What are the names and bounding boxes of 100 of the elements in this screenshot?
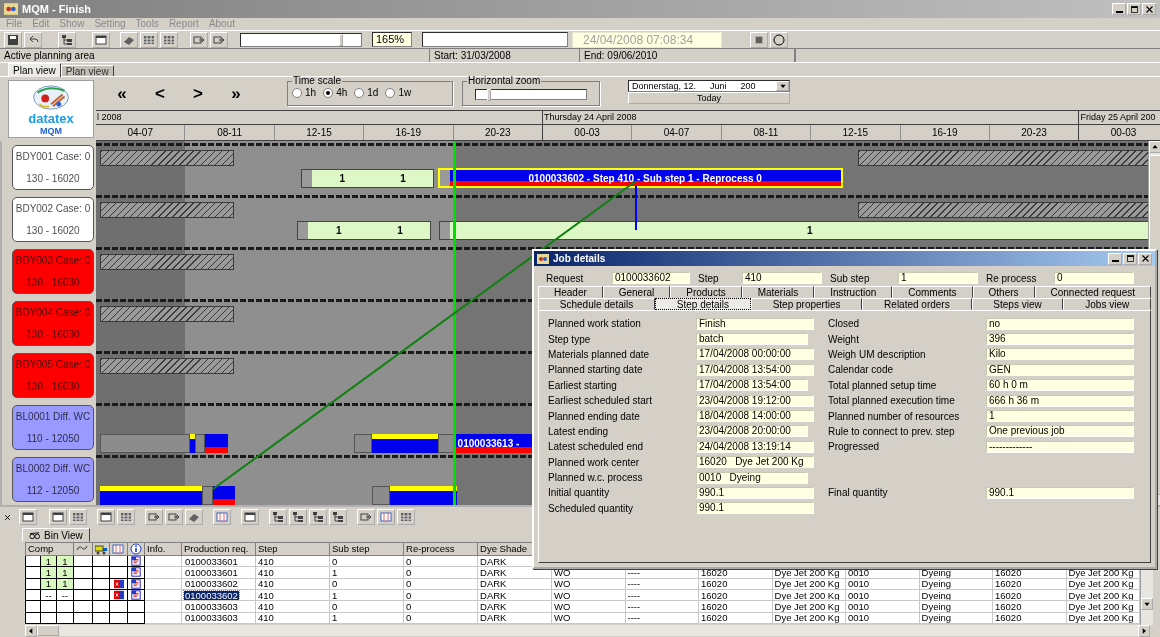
today-button[interactable]: Today [628,92,790,104]
minimize-button[interactable] [1108,252,1122,265]
hatched-bar[interactable] [99,150,234,166]
dialog-tab[interactable]: Step properties [750,298,863,310]
column-header[interactable]: Sub step [329,542,404,556]
dialog-tab[interactable]: Materials [741,286,815,298]
job-bar[interactable]: 1 1 [300,169,435,188]
input-field[interactable]: Kilo [986,348,1134,361]
input-field[interactable]: 1 [898,272,978,284]
view-tab[interactable]: Plan view [8,63,61,77]
close-button[interactable] [1142,3,1156,15]
selected-job-bar[interactable]: 0100033602 - Step 410 - Sub step 1 - Reprocess 0 [437,168,843,188]
dialog-tab[interactable]: Header [538,286,603,298]
input-field[interactable]: 396 [986,333,1134,346]
eraser-button[interactable] [120,31,138,48]
radio-button[interactable]: 1h [292,87,317,98]
tool-button[interactable] [97,509,115,525]
radio-button[interactable]: 1d [354,87,379,98]
slider-thumb[interactable] [487,89,491,101]
minimize-button[interactable] [1112,3,1126,15]
input-field[interactable]: 23/04/2008 20:00:00 [696,425,808,438]
tool-button[interactable] [241,509,259,525]
column-header[interactable]: Info. [144,542,182,556]
nav-button[interactable]: < [148,82,172,105]
tool-button[interactable] [309,509,327,525]
zoom-slider[interactable] [475,89,587,100]
resource-card[interactable]: BDY002 Case: 0 130 - 16020 [12,197,94,242]
input-field[interactable]: 0100033602 [612,272,690,284]
date-dropdown[interactable]: Donnerstag, 12. Juni 200 [628,80,790,92]
window-button[interactable] [92,31,110,48]
tool-button[interactable] [397,509,415,525]
resource-card[interactable]: BDY003 Case: 0 130 - 16030 [12,249,94,294]
run-bar[interactable] [190,434,195,453]
dialog-tab[interactable]: General [602,286,671,298]
input-field[interactable]: One previous job [986,425,1134,438]
input-field[interactable]: Finish [696,317,814,330]
hatched-bar[interactable] [857,202,1148,218]
nav-button[interactable]: > [186,82,210,105]
input-field[interactable]: 17/04/2008 13:54:00 [696,363,814,376]
idle-bar[interactable] [194,434,205,453]
scroll-down-button[interactable] [1141,598,1153,610]
grid-button[interactable] [140,31,158,48]
column-header[interactable]: Re-process [403,542,478,556]
undo-button[interactable] [24,31,42,48]
tool-button[interactable] [117,509,135,525]
done-bar[interactable]: 0100033613 - [455,434,534,453]
input-field[interactable]: 16020 Dye Jet 200 Kg [696,456,814,469]
tool-button[interactable] [145,509,163,525]
column-header[interactable]: Production req. [181,542,256,556]
slider-thumb[interactable] [339,33,344,46]
scroll-up-button[interactable] [1149,141,1160,153]
input-field[interactable]: 990.1 [696,487,814,499]
table-cell[interactable]: 0100033602 [184,590,239,600]
job-bar[interactable]: 1 [438,221,1148,240]
nav-button[interactable]: » [224,82,248,105]
scroll-left-button[interactable] [25,625,37,637]
dropdown-button[interactable] [776,81,789,91]
input-field[interactable]: 666 h 36 m [986,394,1134,407]
input-field[interactable]: 17/04/2008 00:00:00 [696,348,814,361]
stop-button[interactable] [750,31,768,48]
dialog-tab[interactable]: Connected request [1034,286,1151,298]
run-bar[interactable] [390,486,458,505]
input-field[interactable]: GEN [986,363,1134,376]
input-field[interactable]: 990.1 [696,502,814,515]
hatched-bar[interactable] [99,358,234,374]
bin-view-tab[interactable]: Bin View [22,528,90,542]
input-field[interactable]: 1 [986,410,1134,423]
tool-button[interactable] [165,509,183,525]
zoom-field[interactable]: 165% [372,32,412,47]
tool-button[interactable] [49,509,67,525]
column-header[interactable]: Step [255,542,330,556]
nav-button[interactable]: « [110,82,134,105]
column-header[interactable]: Comp [25,542,74,556]
run-bar[interactable] [99,486,202,505]
dialog-tab[interactable]: Schedule details [538,298,655,310]
save-button[interactable] [4,31,22,48]
input-field[interactable]: batch [696,333,808,346]
tool-button[interactable] [269,509,287,525]
scroll-right-button[interactable] [1138,625,1150,637]
resource-card[interactable]: BDY005 Case: 0 130 - 16030 [12,353,94,398]
hatched-bar[interactable] [99,306,234,322]
input-field[interactable]: 0010 Dyeing [696,471,808,484]
dialog-tab[interactable]: Comments [892,286,973,298]
tool-button[interactable] [69,509,87,525]
export-button[interactable] [190,31,208,48]
close-button[interactable] [1138,252,1152,265]
hatched-bar[interactable] [99,202,234,218]
input-field[interactable]: ------------- [986,440,1134,453]
dialog-tab[interactable]: Products [670,286,742,298]
tool-button[interactable] [329,509,347,525]
dialog-tab[interactable]: Related orders [862,298,972,310]
resource-card[interactable]: BL0001 Diff. WC 110 - 12050 [12,405,94,450]
dialog-tab[interactable]: Others [972,286,1035,298]
view-tab[interactable]: Plan view [60,65,114,76]
restore-button[interactable] [1127,3,1141,15]
resource-card[interactable]: BDY004 Case: 0 130 - 16030 [12,301,94,346]
input-field[interactable]: 990.1 [986,487,1134,499]
tree-button[interactable] [58,31,76,48]
dialog-tab[interactable]: Steps view [971,298,1064,310]
zoom-slider[interactable] [240,32,362,47]
